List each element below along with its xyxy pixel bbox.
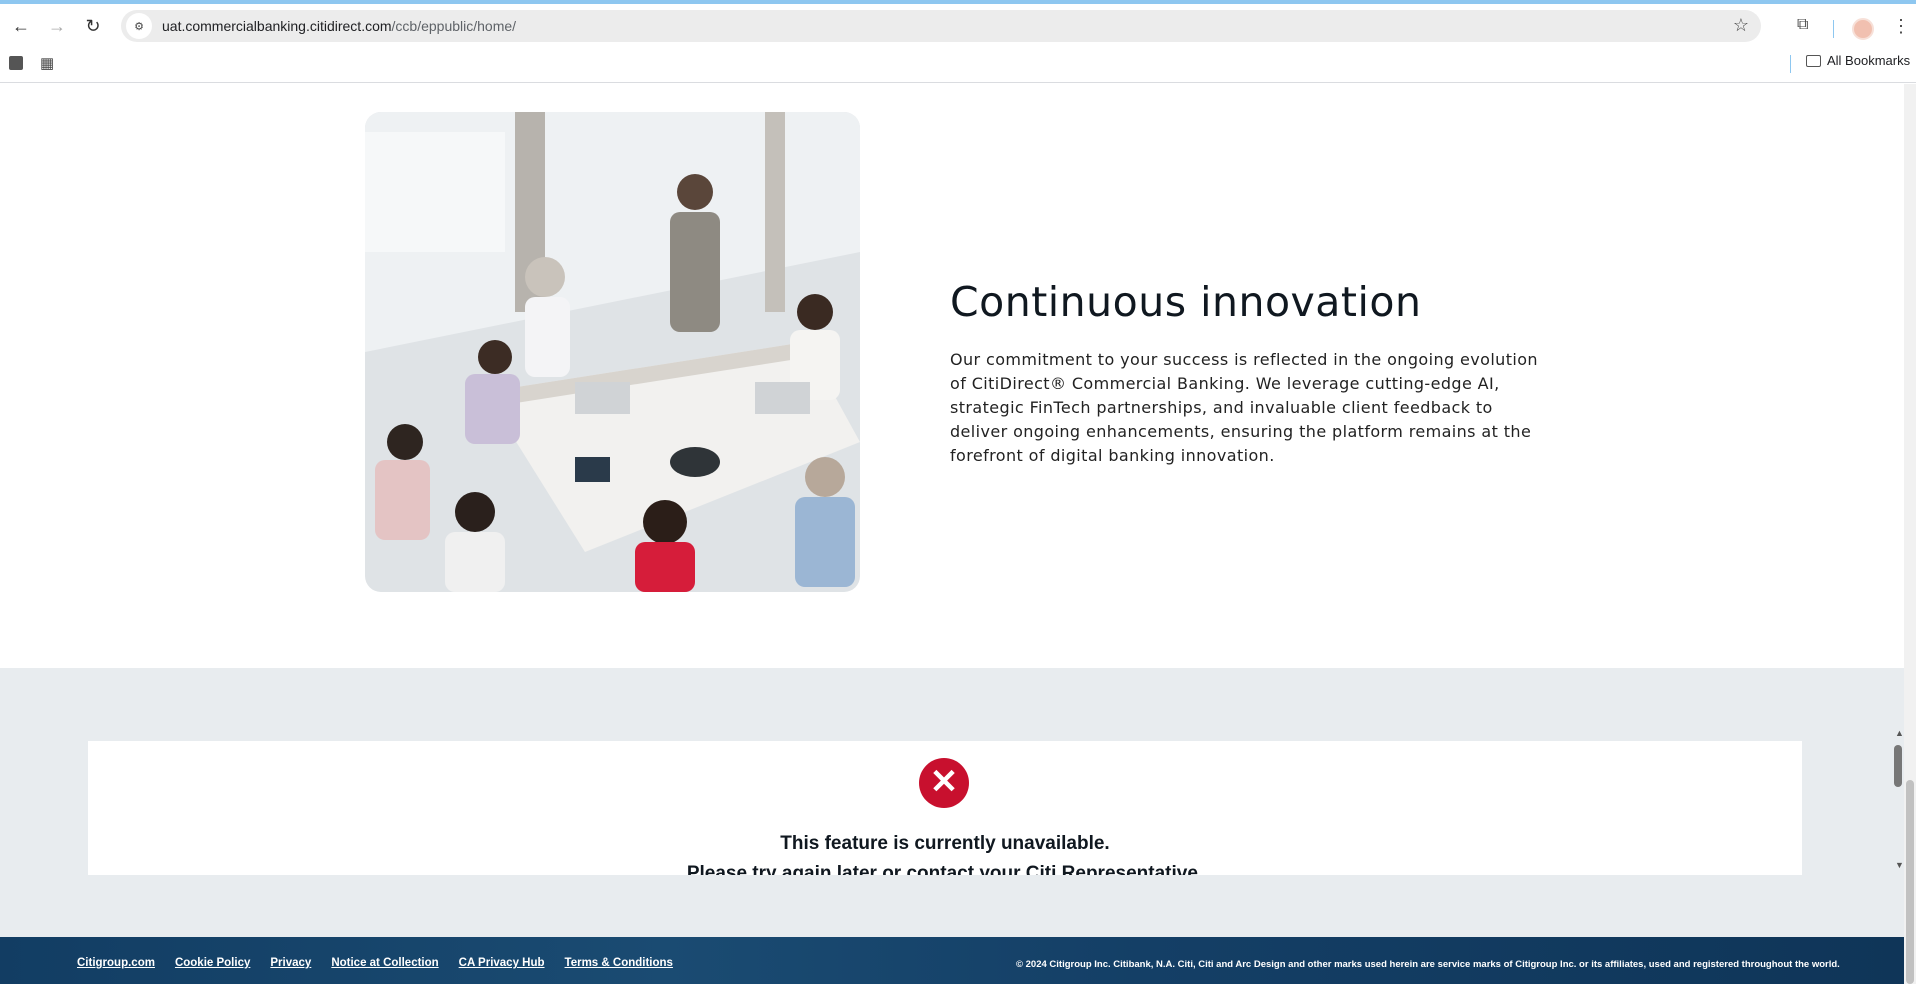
bookmark-star-icon[interactable]: ☆ bbox=[1733, 15, 1749, 36]
profile-avatar[interactable] bbox=[1852, 18, 1874, 40]
bookmarks-bar: ▦ All Bookmarks bbox=[0, 48, 1916, 83]
footer-links: Citigroup.com Cookie Policy Privacy Noti… bbox=[77, 957, 673, 969]
footer-link-citigroup[interactable]: Citigroup.com bbox=[77, 957, 155, 969]
tab-strip-icon[interactable] bbox=[9, 56, 23, 70]
address-bar[interactable]: ⚙ uat.commercialbanking.citidirect.com/c… bbox=[121, 10, 1761, 42]
url-path: /ccb/eppublic/home/ bbox=[391, 18, 517, 34]
embedded-frame: ✕ This feature is currently unavailable.… bbox=[0, 724, 1904, 875]
all-bookmarks-button[interactable]: All Bookmarks bbox=[1806, 53, 1910, 68]
section-body: Our commitment to your success is reflec… bbox=[950, 350, 1538, 465]
error-title: This feature is currently unavailable. bbox=[780, 833, 1110, 854]
gray-band-top bbox=[0, 668, 1904, 724]
footer-link-cookie-policy[interactable]: Cookie Policy bbox=[175, 957, 250, 969]
browser-toolbar: ← → ↻ ⚙ uat.commercialbanking.citidirect… bbox=[0, 4, 1916, 48]
gray-band-bottom bbox=[0, 875, 1904, 937]
frame-scroll-up-icon[interactable]: ▲ bbox=[1895, 728, 1904, 738]
all-bookmarks-label: All Bookmarks bbox=[1827, 53, 1911, 68]
bookmarks-separator bbox=[1790, 55, 1791, 73]
meeting-photo bbox=[365, 112, 860, 592]
footer-link-ca-privacy-hub[interactable]: CA Privacy Hub bbox=[459, 957, 545, 969]
url-text[interactable]: uat.commercialbanking.citidirect.com/ccb… bbox=[162, 18, 516, 34]
page-scrollbar-thumb[interactable] bbox=[1906, 780, 1914, 984]
site-info-icon[interactable]: ⚙ bbox=[126, 13, 152, 39]
reload-button[interactable]: ↻ bbox=[78, 11, 108, 41]
url-domain: uat.commercialbanking.citidirect.com bbox=[162, 18, 392, 34]
site-footer: Citigroup.com Cookie Policy Privacy Noti… bbox=[0, 937, 1904, 984]
toolbar-separator bbox=[1833, 20, 1834, 38]
footer-copyright: © 2024 Citigroup Inc. Citibank, N.A. Cit… bbox=[1016, 959, 1840, 970]
forward-button[interactable]: → bbox=[42, 11, 72, 41]
folder-icon bbox=[1806, 54, 1821, 67]
error-subtitle: Please try again later or contact your C… bbox=[686, 863, 1204, 875]
page-content: Continuous innovation Our commitment to … bbox=[0, 84, 1904, 984]
apps-grid-icon[interactable]: ▦ bbox=[40, 54, 54, 72]
extensions-icon[interactable]: ⧉ bbox=[1797, 16, 1808, 34]
back-button[interactable]: ← bbox=[6, 11, 36, 41]
browser-menu-icon[interactable]: ⋮ bbox=[1892, 16, 1910, 37]
error-x-icon: ✕ bbox=[919, 758, 969, 808]
frame-scrollbar-thumb[interactable] bbox=[1894, 745, 1902, 787]
frame-scroll-down-icon[interactable]: ▼ bbox=[1895, 860, 1904, 870]
footer-link-terms[interactable]: Terms & Conditions bbox=[565, 957, 673, 969]
footer-link-privacy[interactable]: Privacy bbox=[270, 957, 311, 969]
section-title: Continuous innovation bbox=[950, 278, 1422, 326]
error-card: ✕ This feature is currently unavailable.… bbox=[88, 741, 1802, 875]
footer-link-notice-at-collection[interactable]: Notice at Collection bbox=[331, 957, 438, 969]
